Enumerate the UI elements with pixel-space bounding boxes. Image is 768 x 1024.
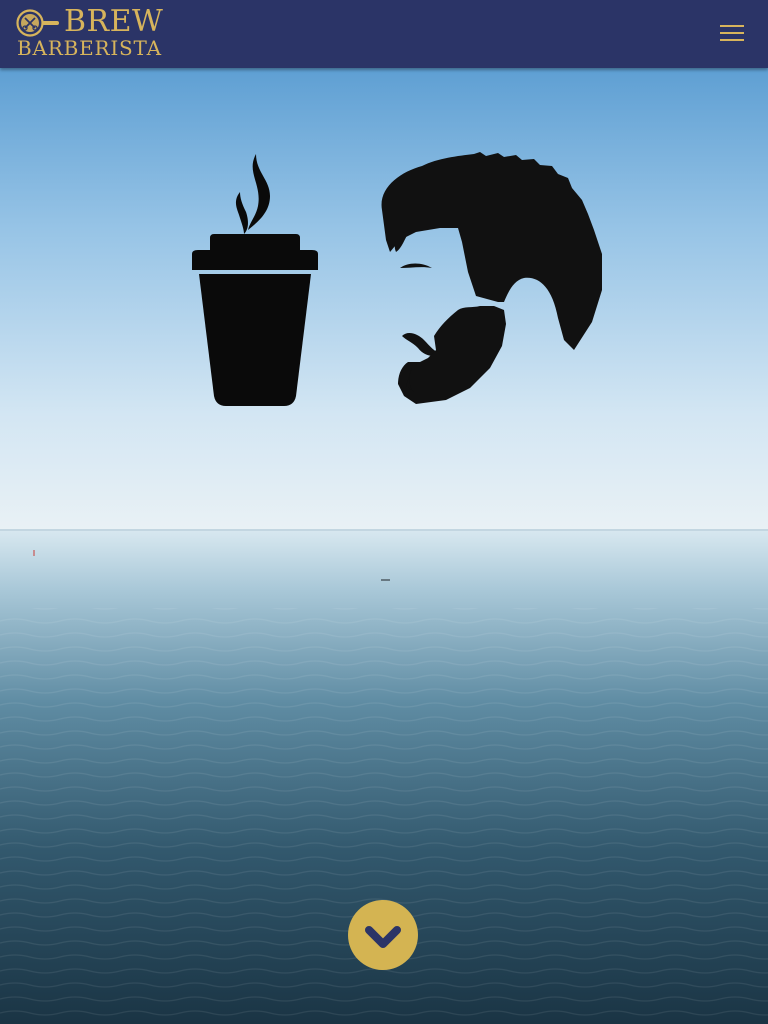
- hero-section: [0, 68, 768, 1024]
- coffee-cup-icon: [192, 154, 318, 406]
- site-header: BREW BARBERISTA: [0, 0, 768, 68]
- bearded-man-icon: [381, 152, 602, 404]
- menu-button[interactable]: [714, 18, 748, 48]
- chevron-down-icon: [365, 926, 401, 948]
- scroll-down-button[interactable]: [348, 900, 418, 970]
- hamburger-menu-icon: [720, 25, 744, 27]
- scissors-emblem-icon: [16, 9, 59, 37]
- brand-name-brew: BREW: [64, 4, 164, 39]
- brand-logo[interactable]: BREW BARBERISTA: [16, 4, 186, 62]
- brand-name-barberista: BARBERISTA: [17, 36, 162, 60]
